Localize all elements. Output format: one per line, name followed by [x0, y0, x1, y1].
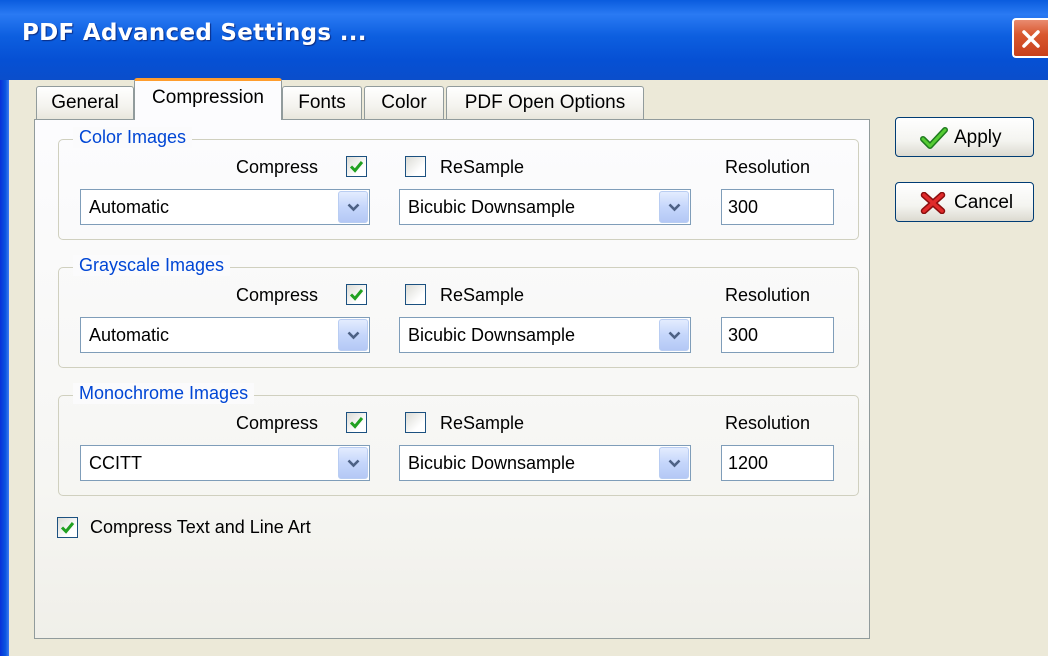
- color-resolution-input[interactable]: [721, 189, 834, 225]
- title-bar[interactable]: PDF Advanced Settings ...: [0, 0, 1048, 80]
- dropdown-arrow[interactable]: [338, 191, 368, 223]
- monochrome-resample-label: ReSample: [440, 413, 525, 433]
- group-title-grayscale-images: Grayscale Images: [73, 255, 231, 276]
- checkmark-icon: [349, 417, 364, 429]
- monochrome-resolution-label: Resolution: [725, 413, 811, 433]
- tab-fonts[interactable]: Fonts: [282, 86, 362, 120]
- compress-text-label: Compress Text and Line Art: [90, 517, 311, 537]
- tab-general[interactable]: General: [36, 86, 134, 120]
- color-resample-label: ReSample: [440, 157, 525, 177]
- window-title: PDF Advanced Settings ...: [22, 20, 367, 46]
- tab-color[interactable]: Color: [364, 86, 444, 120]
- apply-button[interactable]: Apply: [895, 117, 1034, 157]
- chevron-down-icon: [347, 203, 360, 212]
- tab-pdf-open-options[interactable]: PDF Open Options: [446, 86, 644, 120]
- dropdown-arrow[interactable]: [659, 191, 689, 223]
- group-title-color-images: Color Images: [73, 127, 193, 148]
- monochrome-downsample-select[interactable]: Bicubic Downsample: [399, 445, 691, 481]
- monochrome-compress-checkbox[interactable]: [346, 412, 367, 433]
- grayscale-resample-label: ReSample: [440, 285, 525, 305]
- chevron-down-icon: [347, 331, 360, 340]
- dropdown-arrow[interactable]: [659, 447, 689, 479]
- grayscale-resolution-input[interactable]: [721, 317, 834, 353]
- close-icon: [1022, 30, 1040, 48]
- color-resolution-label: Resolution: [725, 157, 811, 177]
- chevron-down-icon: [668, 459, 681, 468]
- color-resample-checkbox[interactable]: [405, 156, 426, 177]
- dropdown-arrow[interactable]: [659, 319, 689, 351]
- monochrome-compression-method-select[interactable]: CCITT: [80, 445, 370, 481]
- checkmark-icon: [349, 289, 364, 301]
- grayscale-compress-checkbox[interactable]: [346, 284, 367, 305]
- cancel-button[interactable]: Cancel: [895, 182, 1034, 222]
- monochrome-resolution-input[interactable]: [721, 445, 834, 481]
- tab-compression[interactable]: Compression: [134, 78, 282, 120]
- checkmark-icon: [60, 522, 75, 534]
- chevron-down-icon: [347, 459, 360, 468]
- chevron-down-icon: [668, 203, 681, 212]
- color-compress-label: Compress: [236, 157, 319, 177]
- color-compress-checkbox[interactable]: [346, 156, 367, 177]
- monochrome-resample-checkbox[interactable]: [405, 412, 426, 433]
- color-downsample-select[interactable]: Bicubic Downsample: [399, 189, 691, 225]
- grayscale-downsample-select[interactable]: Bicubic Downsample: [399, 317, 691, 353]
- checkmark-icon: [920, 127, 948, 149]
- chevron-down-icon: [668, 331, 681, 340]
- checkmark-icon: [349, 161, 364, 173]
- close-button[interactable]: [1012, 18, 1048, 58]
- window-frame-left: [0, 80, 9, 656]
- grayscale-resolution-label: Resolution: [725, 285, 811, 305]
- group-title-monochrome-images: Monochrome Images: [73, 383, 255, 404]
- dropdown-arrow[interactable]: [338, 447, 368, 479]
- grayscale-compression-method-select[interactable]: Automatic: [80, 317, 370, 353]
- grayscale-resample-checkbox[interactable]: [405, 284, 426, 305]
- compress-text-checkbox[interactable]: [57, 517, 78, 538]
- dropdown-arrow[interactable]: [338, 319, 368, 351]
- grayscale-compress-label: Compress: [236, 285, 319, 305]
- monochrome-compress-label: Compress: [236, 413, 319, 433]
- color-compression-method-select[interactable]: Automatic: [80, 189, 370, 225]
- cancel-icon: [920, 192, 946, 214]
